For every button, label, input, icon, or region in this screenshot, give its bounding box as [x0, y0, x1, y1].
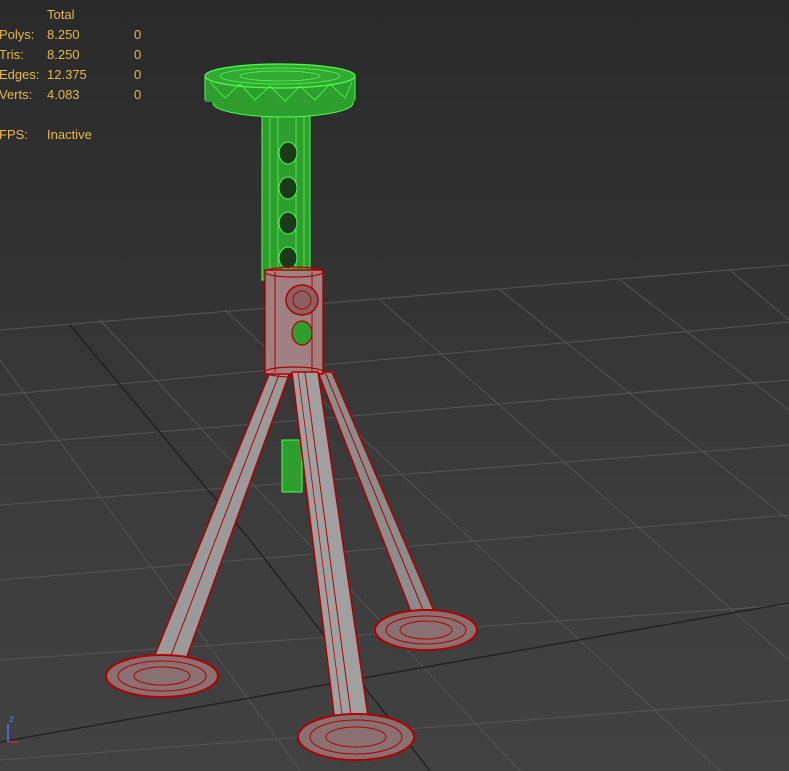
- stats-header-total: Total: [47, 7, 75, 22]
- viewport-statistics: Total Polys: 8.250 0 Tris: 8.250 0 Edges…: [0, 0, 200, 150]
- stats-selected-verts: 0: [134, 87, 142, 102]
- 3d-viewport[interactable]: Total Polys: 8.250 0 Tris: 8.250 0 Edges…: [0, 0, 789, 771]
- stats-label-verts: Verts:: [0, 87, 33, 102]
- stats-fps-value: Inactive: [47, 127, 92, 142]
- axis-gizmo-icon: z: [7, 714, 18, 743]
- jack-stand-saddle: [204, 63, 356, 118]
- jack-stand-upper-post: [261, 109, 311, 281]
- jack-stand-left-leg: [105, 371, 292, 698]
- stats-label-polys: Polys:: [0, 27, 35, 42]
- stats-selected-polys: 0: [134, 27, 142, 42]
- stats-selected-tris: 0: [134, 47, 142, 62]
- stats-label-fps: FPS:: [0, 127, 28, 142]
- stats-total-verts: 4.083: [47, 87, 80, 102]
- stats-selected-edges: 0: [134, 67, 142, 82]
- stats-total-tris: 8.250: [47, 47, 80, 62]
- stats-label-edges: Edges:: [0, 67, 40, 82]
- stats-label-tris: Tris:: [0, 47, 24, 62]
- axis-z-label: z: [9, 714, 14, 725]
- jack-stand-inner-tube-bottom: [281, 439, 303, 493]
- stats-total-edges: 12.375: [47, 67, 87, 82]
- stats-total-polys: 8.250: [47, 27, 80, 42]
- jack-stand-outer-tube: [264, 266, 324, 378]
